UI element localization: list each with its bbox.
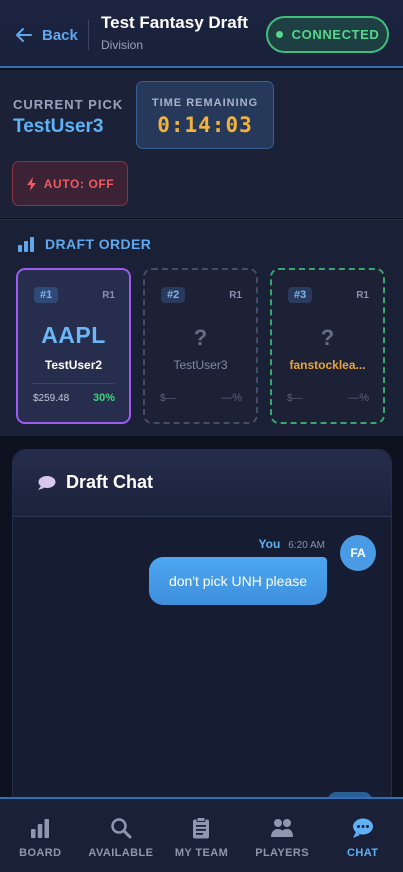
nav-item-my-team[interactable]: MY TEAM: [161, 799, 242, 872]
message-meta: You 6:20 AM: [259, 537, 325, 551]
connection-status-badge: CONNECTED: [266, 16, 389, 53]
current-pick-user: TestUser3: [13, 116, 104, 137]
back-label: Back: [42, 26, 78, 44]
pick-percent: —%: [348, 392, 369, 404]
draft-card-pick-1[interactable]: #1 R1 AAPL TestUser2 $259.48 30%: [16, 268, 131, 424]
auto-pick-label: AUTO: OFF: [43, 176, 115, 191]
chat-title: Draft Chat: [37, 472, 153, 493]
status-dot-icon: [275, 31, 283, 38]
connection-status-label: CONNECTED: [291, 27, 380, 42]
pick-round: R1: [229, 290, 242, 301]
bar-chart-icon: [31, 819, 50, 838]
pick-ticker-unknown: ?: [320, 325, 335, 350]
pick-price: $—: [287, 393, 303, 404]
message-sender: You: [258, 537, 281, 551]
message-time: 6:20 AM: [288, 540, 325, 551]
timer-box: TIME REMAINING 0:14:03: [136, 81, 274, 149]
pick-round: R1: [356, 290, 369, 301]
pick-user: TestUser2: [44, 358, 103, 372]
nav-label-chat: CHAT: [347, 847, 379, 859]
speech-bubble-icon: [38, 475, 56, 490]
chat-icon: [352, 818, 373, 838]
lightning-icon: [26, 176, 36, 191]
nav-item-board[interactable]: BOARD: [0, 799, 81, 872]
clipboard-icon: [193, 817, 210, 839]
bar-chart-icon: [18, 237, 34, 252]
draft-order-section: DRAFT ORDER #1 R1 AAPL TestUser2 $259.48…: [0, 219, 403, 436]
search-icon: [111, 818, 132, 839]
nav-label-my-team: MY TEAM: [174, 847, 229, 859]
pick-number-badge: #3: [288, 287, 313, 303]
current-pick-label: CURRENT PICK: [13, 97, 124, 112]
users-icon: [271, 819, 294, 837]
pick-price: $—: [160, 393, 176, 404]
pick-round: R1: [102, 290, 115, 301]
bottom-nav: BOARD AVAILABLE MY TEAM PLAYERS CHAT: [0, 797, 403, 872]
pick-price: $259.48: [33, 393, 70, 404]
nav-item-players[interactable]: PLAYERS: [242, 799, 323, 872]
chat-title-label: Draft Chat: [66, 472, 154, 492]
chat-header: Draft Chat: [13, 450, 391, 517]
pick-percent: —%: [221, 392, 242, 404]
pick-number-badge: #1: [34, 287, 59, 303]
pick-user: fanstocklea...: [289, 358, 366, 372]
nav-label-board: BOARD: [19, 847, 62, 859]
nav-label-players: PLAYERS: [255, 847, 309, 859]
header-divider: [88, 20, 89, 50]
pick-ticker-unknown: ?: [193, 325, 208, 350]
draft-order-header: DRAFT ORDER: [17, 236, 151, 252]
nav-label-available: AVAILABLE: [88, 847, 154, 859]
timer-value: 0:14:03: [157, 113, 253, 137]
back-button[interactable]: Back: [14, 22, 78, 48]
chat-message-bubble: don't pick UNH please: [149, 557, 327, 605]
page-title: Test Fantasy Draft: [101, 13, 249, 32]
avatar: FA: [340, 535, 376, 571]
timer-label: TIME REMAINING: [151, 97, 259, 109]
current-pick-panel: CURRENT PICK TestUser3 TIME REMAINING 0:…: [0, 70, 403, 218]
auto-pick-toggle-button[interactable]: AUTO: OFF: [12, 161, 128, 206]
top-header: Back Test Fantasy Draft Division CONNECT…: [0, 0, 403, 68]
pick-user: TestUser3: [173, 358, 228, 372]
draft-order-title: DRAFT ORDER: [45, 236, 152, 252]
page-subtitle: Division: [101, 38, 144, 52]
draft-card-pick-3[interactable]: #3 R1 ? fanstocklea... $— —%: [270, 268, 385, 424]
pick-number-badge: #2: [161, 287, 186, 303]
nav-item-chat[interactable]: CHAT: [322, 799, 403, 872]
draft-chat-panel: Draft Chat You 6:20 AM FA don't pick UNH…: [12, 449, 392, 809]
draft-card-pick-2[interactable]: #2 R1 ? TestUser3 $— —%: [143, 268, 258, 424]
card-divider: [32, 383, 115, 384]
pick-ticker: AAPL: [41, 322, 106, 348]
pick-percent: 30%: [92, 392, 115, 404]
nav-item-available[interactable]: AVAILABLE: [81, 799, 162, 872]
arrow-left-icon: [16, 28, 32, 42]
